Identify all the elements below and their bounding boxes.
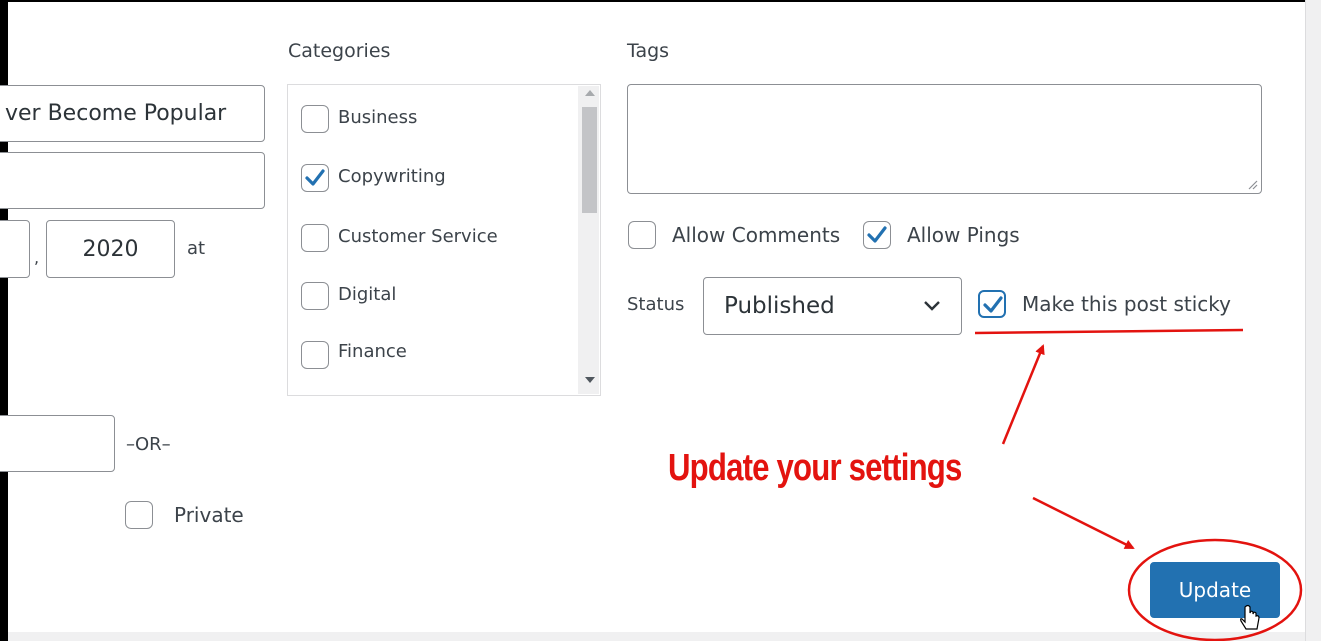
allow-comments-label: Allow Comments [672,223,841,247]
update-button[interactable]: Update [1150,562,1280,618]
category-label-business: Business [338,107,418,128]
category-label-copywriting: Copywriting [338,166,446,187]
checkmark-icon [305,169,325,186]
date-separator: , [34,248,40,267]
category-label-digital: Digital [338,284,397,305]
slug-field[interactable] [0,152,265,209]
scroll-up-arrow-icon[interactable] [585,90,595,96]
category-label-finance: Finance [338,341,407,362]
at-label: at [187,238,206,259]
bottom-edge-panel [8,632,1305,641]
categories-scroll-thumb[interactable] [582,107,597,213]
category-checkbox-customer-service[interactable] [301,224,329,252]
sticky-label: Make this post sticky [1022,292,1231,316]
category-checkbox-business[interactable] [301,105,329,133]
checkmark-icon [867,226,887,243]
tags-textarea[interactable] [627,84,1262,194]
arrow-to-update [1032,496,1135,550]
resize-handle-icon[interactable] [1246,178,1258,190]
arrow-to-sticky [1001,344,1045,445]
day-field[interactable] [0,220,30,278]
category-checkbox-copywriting[interactable] [301,164,329,192]
allow-pings-checkbox[interactable] [863,221,891,249]
year-field-value: 2020 [82,236,139,262]
category-checkbox-finance[interactable] [301,341,329,369]
private-checkbox[interactable] [125,501,153,529]
title-field[interactable]: ver Become Popular [0,85,265,142]
password-field[interactable] [0,415,115,472]
status-select-value: Published [724,293,835,319]
or-label: –OR– [126,434,171,455]
title-field-value: ver Become Popular [5,101,227,126]
private-label: Private [174,503,244,527]
allow-pings-label: Allow Pings [907,223,1020,247]
category-checkbox-digital[interactable] [301,282,329,310]
tags-heading: Tags [627,40,670,62]
year-field[interactable]: 2020 [46,220,175,278]
status-label: Status [627,294,685,315]
sticky-checkbox[interactable] [978,290,1006,318]
scroll-down-arrow-icon[interactable] [585,377,595,383]
annotation-text: Update your settings [668,447,962,489]
category-label-customer-service: Customer Service [338,226,498,247]
allow-comments-checkbox[interactable] [628,221,656,249]
status-select[interactable]: Published [703,277,962,335]
checkmark-icon [983,296,1003,313]
categories-heading: Categories [288,40,391,62]
chevron-down-icon [924,301,940,311]
window-top-border [0,0,1321,2]
right-edge-panel [1305,0,1321,641]
sticky-underline [974,328,1244,335]
